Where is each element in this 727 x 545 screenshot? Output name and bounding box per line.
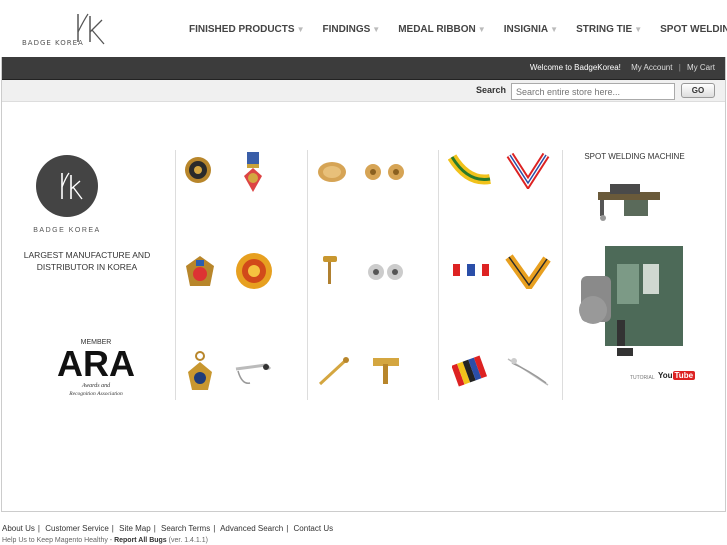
product-key-tag[interactable] <box>186 350 214 401</box>
product-bar-pin[interactable] <box>316 354 350 393</box>
footer-link-site-map[interactable]: Site Map <box>119 524 151 533</box>
product-ribbon-stripes[interactable] <box>451 353 492 392</box>
main-nav: FINISHED PRODUCTS ▼ FINDINGS ▼ MEDAL RIBBO… <box>189 24 727 35</box>
footer-link-search-terms[interactable]: Search Terms <box>161 524 210 533</box>
chevron-down-icon: ▼ <box>296 25 305 34</box>
ara-member-logo[interactable]: MEMBER ARA Awards and Recognition Associ… <box>56 337 136 399</box>
product-string-tie[interactable] <box>504 355 552 394</box>
logo-mark-icon <box>61 172 83 200</box>
ara-line1: Awards and <box>81 383 111 389</box>
chevron-down-icon: ▼ <box>550 25 559 34</box>
product-sun-medal[interactable] <box>234 251 274 296</box>
footer-link-customer-service[interactable]: Customer Service <box>45 524 109 533</box>
footer-help-text: Help Us to Keep Magento Healthy - Report… <box>2 537 208 544</box>
search-go-button[interactable]: GO <box>681 83 715 98</box>
product-medal-pin[interactable] <box>182 154 214 191</box>
chevron-down-icon: ▼ <box>477 25 486 34</box>
column-divider <box>175 150 176 400</box>
product-eagle-pin[interactable] <box>182 252 218 297</box>
search-label: Search <box>476 85 507 95</box>
product-ribbon-medal[interactable] <box>240 150 266 199</box>
youtube-tube-text: Tube <box>672 371 696 380</box>
product-oval-finding[interactable] <box>316 160 348 189</box>
product-tie-tack[interactable] <box>369 354 403 393</box>
search-bar: Search GO <box>2 80 725 102</box>
tutorial-label: TUTORIAL <box>630 375 655 381</box>
product-ribbon-yellow[interactable] <box>447 153 494 194</box>
column-divider <box>562 150 563 400</box>
chevron-down-icon: ▼ <box>372 25 381 34</box>
product-tie-bar[interactable] <box>232 357 274 392</box>
version-text: (ver. 1.4.1.1) <box>166 537 208 544</box>
ara-line2: Recognition Association <box>68 391 123 397</box>
chevron-down-icon: ▼ <box>634 25 643 34</box>
my-account-link[interactable]: My Account <box>631 63 672 72</box>
nav-spot-welding[interactable]: SPOT WELDING▼ <box>660 24 727 35</box>
column-divider <box>438 150 439 400</box>
column-divider <box>307 150 308 400</box>
product-ribbon-tricolor[interactable] <box>506 151 550 194</box>
ara-acronym: ARA <box>57 343 135 384</box>
product-butterfly-clutch[interactable] <box>365 261 405 288</box>
product-ribbon-orange[interactable] <box>505 253 551 294</box>
brand-name-text: BADGE KOREA <box>33 227 101 234</box>
nav-insignia[interactable]: INSIGNIA ▼ <box>504 24 558 35</box>
report-bugs-link[interactable]: Report All Bugs <box>114 537 167 544</box>
product-ribbon-bar[interactable] <box>451 260 491 285</box>
product-clutch-backs[interactable] <box>362 161 408 188</box>
tagline: LARGEST MANUFACTURE AND DISTRIBUTOR IN K… <box>23 250 151 272</box>
product-spot-welder-large[interactable] <box>577 240 689 365</box>
my-cart-link[interactable]: My Cart <box>687 63 715 72</box>
header-logo[interactable]: BADGE KOREA <box>22 12 112 50</box>
spot-welding-title: SPOT WELDING MACHINE <box>584 152 685 161</box>
footer-links: About Us | Customer Service | Site Map | Se… <box>2 524 334 533</box>
youtube-link[interactable]: You Tube <box>658 371 696 380</box>
page-frame: Welcome to BadgeKorea! My Account | My C… <box>1 57 726 512</box>
badge-korea-logo <box>36 155 98 217</box>
welcome-message: Welcome to BadgeKorea! <box>529 63 621 72</box>
youtube-you-text: You <box>658 371 673 380</box>
nav-medal-ribbon[interactable]: MEDAL RIBBON ▼ <box>398 24 486 35</box>
nav-string-tie[interactable]: STRING TIE ▼ <box>576 24 642 35</box>
top-account-bar: Welcome to BadgeKorea! My Account | My C… <box>2 57 725 80</box>
footer-link-advanced-search[interactable]: Advanced Search <box>220 524 283 533</box>
site-header: BADGE KOREA FINISHED PRODUCTS ▼ FINDINGS ▼… <box>0 0 727 57</box>
nav-findings[interactable]: FINDINGS ▼ <box>322 24 380 35</box>
search-input[interactable] <box>511 83 675 100</box>
product-spot-welder-small[interactable] <box>594 170 666 231</box>
nav-finished-products[interactable]: FINISHED PRODUCTS ▼ <box>189 24 304 35</box>
footer-link-contact[interactable]: Contact Us <box>294 524 334 533</box>
header-logo-text: BADGE KOREA <box>22 39 84 47</box>
help-prefix: Help Us to Keep Magento Healthy - <box>2 537 115 544</box>
footer-link-about[interactable]: About Us <box>2 524 35 533</box>
product-pin-post[interactable] <box>320 254 340 293</box>
